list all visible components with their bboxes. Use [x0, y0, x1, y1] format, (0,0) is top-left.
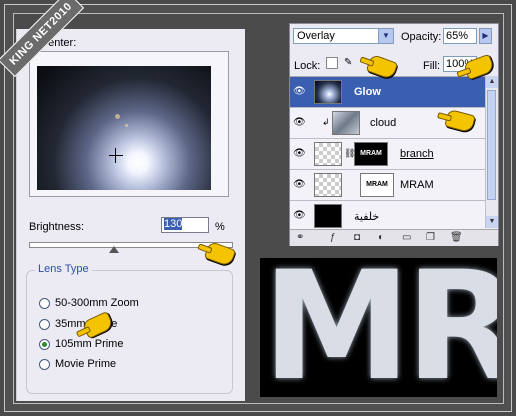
adjustment-icon[interactable]: ◐ [378, 232, 384, 243]
radio-icon[interactable] [39, 297, 50, 309]
lens-type-title: Lens Type [35, 263, 92, 275]
crosshair-icon[interactable] [115, 148, 116, 163]
opacity-input[interactable]: 65% [443, 28, 477, 44]
new-layer-icon[interactable]: ❐ [426, 232, 435, 243]
radio-icon[interactable] [39, 358, 50, 370]
lens-option-50-300mm[interactable]: 50-300mm Zoom [39, 297, 139, 309]
layer-thumbnail [314, 142, 342, 166]
brightness-unit: % [215, 221, 225, 233]
crosshair-icon[interactable] [109, 155, 123, 156]
scroll-thumb[interactable] [487, 90, 496, 200]
link-layers-icon[interactable]: ⚭ [296, 232, 304, 243]
radio-icon[interactable] [39, 318, 50, 330]
scroll-up-icon[interactable]: ▲ [486, 76, 498, 88]
layer-thumbnail [314, 173, 342, 197]
brightness-label: Brightness: [29, 221, 85, 233]
lock-transparency-icon[interactable] [326, 57, 338, 69]
lens-type-group [26, 270, 233, 394]
layer-name: MRAM [400, 179, 434, 191]
lock-label: Lock: [294, 60, 321, 72]
layer-mask-thumbnail: MRAM [354, 142, 388, 166]
lens-flare-dialog: e Center: Brightness: 130 % Lens Type 50… [16, 29, 245, 401]
layer-name: cloud [370, 117, 397, 129]
clip-arrow-icon: ↲ [322, 117, 330, 127]
layer-thumbnail [314, 80, 342, 104]
opacity-label: Opacity: [401, 31, 442, 43]
flare-preview[interactable] [37, 66, 211, 190]
layer-row-glow[interactable]: 👁 Glow [290, 77, 486, 108]
layer-thumbnail [332, 111, 360, 135]
brush-icon[interactable]: ✎ [344, 57, 356, 69]
eye-icon[interactable]: 👁 [293, 117, 306, 128]
eye-icon[interactable]: 👁 [293, 148, 306, 159]
layer-list: 👁 Glow 👁 ↲ cloud 👁 ⛓ MRAM branch 👁 MRAM … [290, 76, 486, 232]
chevron-down-icon[interactable]: ▼ [378, 29, 393, 43]
lens-option-label: 105mm Prime [55, 338, 124, 350]
layer-thumbnail [314, 204, 342, 228]
flare-artifact [115, 114, 120, 119]
layer-name: branch [400, 148, 434, 160]
layer-name: خلفية [354, 211, 380, 223]
fx-icon[interactable]: ƒ [330, 232, 336, 243]
brightness-value: 130 [164, 218, 183, 230]
layers-panel: Overlay ▼ Opacity: 65% ▶ Lock: ✎ Fill: 1… [289, 23, 499, 246]
lens-option-105mm[interactable]: 105mm Prime [39, 338, 123, 350]
blend-mode-select[interactable]: Overlay ▼ [293, 28, 394, 44]
lens-option-movie-prime[interactable]: Movie Prime [39, 358, 116, 370]
fill-label: Fill: [423, 60, 441, 72]
flare-artifact [125, 124, 128, 127]
text-effect-preview: MR [260, 258, 497, 397]
chevron-right-icon[interactable]: ▶ [479, 28, 492, 44]
lens-option-label: 50-300mm Zoom [55, 297, 139, 309]
layers-toolbar: ⚭ ƒ ◘ ◐ ▭ ❐ 🗑 [290, 229, 498, 246]
layer-row-background[interactable]: 👁 خلفية [290, 201, 486, 232]
brightness-input[interactable]: 130 [161, 217, 209, 233]
radio-checked-icon[interactable] [39, 338, 50, 350]
eye-icon[interactable]: 👁 [293, 179, 306, 190]
layer-row-branch[interactable]: 👁 ⛓ MRAM branch [290, 139, 486, 170]
scroll-down-icon[interactable]: ▼ [486, 216, 498, 228]
brightness-slider-thumb[interactable] [109, 246, 119, 253]
layer-thumbnail-text: MRAM [360, 173, 394, 197]
layer-name: Glow [354, 86, 381, 98]
lens-option-label: Movie Prime [55, 358, 117, 370]
mask-icon[interactable]: ◘ [354, 232, 360, 243]
eye-icon[interactable]: 👁 [293, 210, 306, 221]
blend-mode-value: Overlay [297, 30, 335, 42]
folder-icon[interactable]: ▭ [402, 232, 411, 243]
artwork-text: MR [262, 258, 497, 397]
trash-icon[interactable]: 🗑 [450, 232, 463, 243]
layer-row-mram[interactable]: 👁 MRAM MRAM [290, 170, 486, 201]
eye-icon[interactable]: 👁 [293, 86, 306, 97]
layers-scrollbar[interactable]: ▲ ▼ [485, 76, 498, 228]
